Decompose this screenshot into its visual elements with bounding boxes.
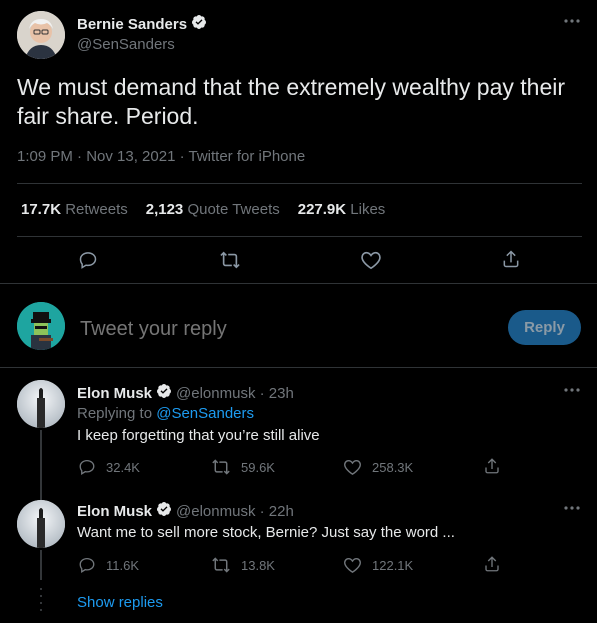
retweets-stat[interactable]: 17.7K Retweets bbox=[21, 201, 128, 218]
likes-label: Likes bbox=[350, 201, 386, 218]
reply-author-name[interactable]: Elon Musk bbox=[77, 385, 152, 402]
share-icon[interactable] bbox=[501, 248, 521, 270]
retweet-action[interactable]: 13.8K bbox=[211, 556, 275, 574]
divider bbox=[0, 367, 597, 368]
reply-handle-time[interactable]: @elonmusk · 23h bbox=[176, 385, 294, 402]
more-options-icon[interactable] bbox=[562, 501, 582, 515]
replying-to-line: Replying to @SenSanders bbox=[77, 405, 254, 422]
like-action[interactable]: 258.3K bbox=[343, 458, 413, 476]
retweet-icon bbox=[211, 556, 231, 574]
quotes-stat[interactable]: 2,123 Quote Tweets bbox=[146, 201, 280, 218]
replying-to-link[interactable]: @SenSanders bbox=[156, 405, 254, 422]
reply-button-label: Reply bbox=[524, 319, 565, 336]
retweet-action[interactable]: 59.6K bbox=[211, 458, 275, 476]
reply-avatar[interactable] bbox=[17, 380, 65, 428]
author-name[interactable]: Bernie Sanders bbox=[77, 16, 187, 33]
reply-handle-time[interactable]: @elonmusk · 22h bbox=[176, 503, 294, 520]
reply-icon bbox=[78, 556, 96, 574]
retweets-count: 17.7K bbox=[21, 201, 62, 218]
retweet-count: 13.8K bbox=[241, 557, 275, 573]
reply-icon bbox=[78, 458, 96, 476]
tweet-meta[interactable]: 1:09 PM · Nov 13, 2021 · Twitter for iPh… bbox=[17, 148, 305, 165]
likes-count: 227.9K bbox=[297, 201, 347, 218]
reply-text: I keep forgetting that you’re still aliv… bbox=[77, 427, 320, 444]
tweet-stats: 17.7K Retweets 2,123 Quote Tweets 227.9K… bbox=[21, 201, 385, 218]
reply-icon[interactable] bbox=[78, 250, 98, 270]
verified-badge-icon bbox=[191, 14, 207, 34]
share-icon[interactable] bbox=[483, 554, 501, 574]
thread-line bbox=[40, 550, 42, 580]
quotes-count: 2,123 bbox=[145, 201, 184, 218]
reply-action[interactable]: 11.6K bbox=[78, 556, 139, 574]
verified-badge-icon bbox=[156, 383, 172, 403]
like-icon bbox=[343, 458, 362, 476]
verified-badge-icon bbox=[156, 501, 172, 521]
reply-count: 32.4K bbox=[106, 459, 140, 475]
reply-input[interactable] bbox=[78, 314, 482, 344]
reply-action[interactable]: 32.4K bbox=[78, 458, 140, 476]
tweet-text: We must demand that the extremely wealth… bbox=[17, 74, 566, 129]
author-handle[interactable]: @SenSanders bbox=[77, 36, 175, 53]
like-icon[interactable] bbox=[360, 250, 382, 270]
more-options-icon[interactable] bbox=[562, 383, 582, 397]
thread-line bbox=[40, 430, 42, 502]
likes-stat[interactable]: 227.9K Likes bbox=[298, 201, 386, 218]
replying-to-prefix: Replying to bbox=[77, 405, 153, 422]
divider bbox=[0, 283, 597, 284]
reply-avatar[interactable] bbox=[17, 500, 65, 548]
author-avatar[interactable] bbox=[17, 11, 65, 59]
reply-text: Want me to sell more stock, Bernie? Just… bbox=[77, 524, 455, 541]
current-user-avatar[interactable] bbox=[17, 302, 65, 350]
retweet-icon[interactable] bbox=[219, 250, 241, 270]
retweet-count: 59.6K bbox=[241, 459, 275, 475]
thread-dots bbox=[40, 588, 42, 618]
like-icon bbox=[343, 556, 362, 574]
quotes-label: Quote Tweets bbox=[187, 201, 280, 218]
like-action[interactable]: 122.1K bbox=[343, 556, 413, 574]
divider bbox=[17, 183, 582, 184]
more-options-icon[interactable] bbox=[562, 14, 582, 28]
reply-author-name[interactable]: Elon Musk bbox=[77, 503, 152, 520]
like-count: 122.1K bbox=[372, 557, 414, 573]
show-replies-link[interactable]: Show replies bbox=[77, 594, 163, 611]
share-icon[interactable] bbox=[483, 456, 501, 476]
retweets-label: Retweets bbox=[65, 201, 128, 218]
retweet-icon bbox=[211, 458, 231, 476]
divider bbox=[17, 236, 582, 237]
reply-count: 11.6K bbox=[106, 557, 140, 573]
like-count: 258.3K bbox=[372, 459, 414, 475]
reply-button[interactable]: Reply bbox=[508, 310, 581, 345]
